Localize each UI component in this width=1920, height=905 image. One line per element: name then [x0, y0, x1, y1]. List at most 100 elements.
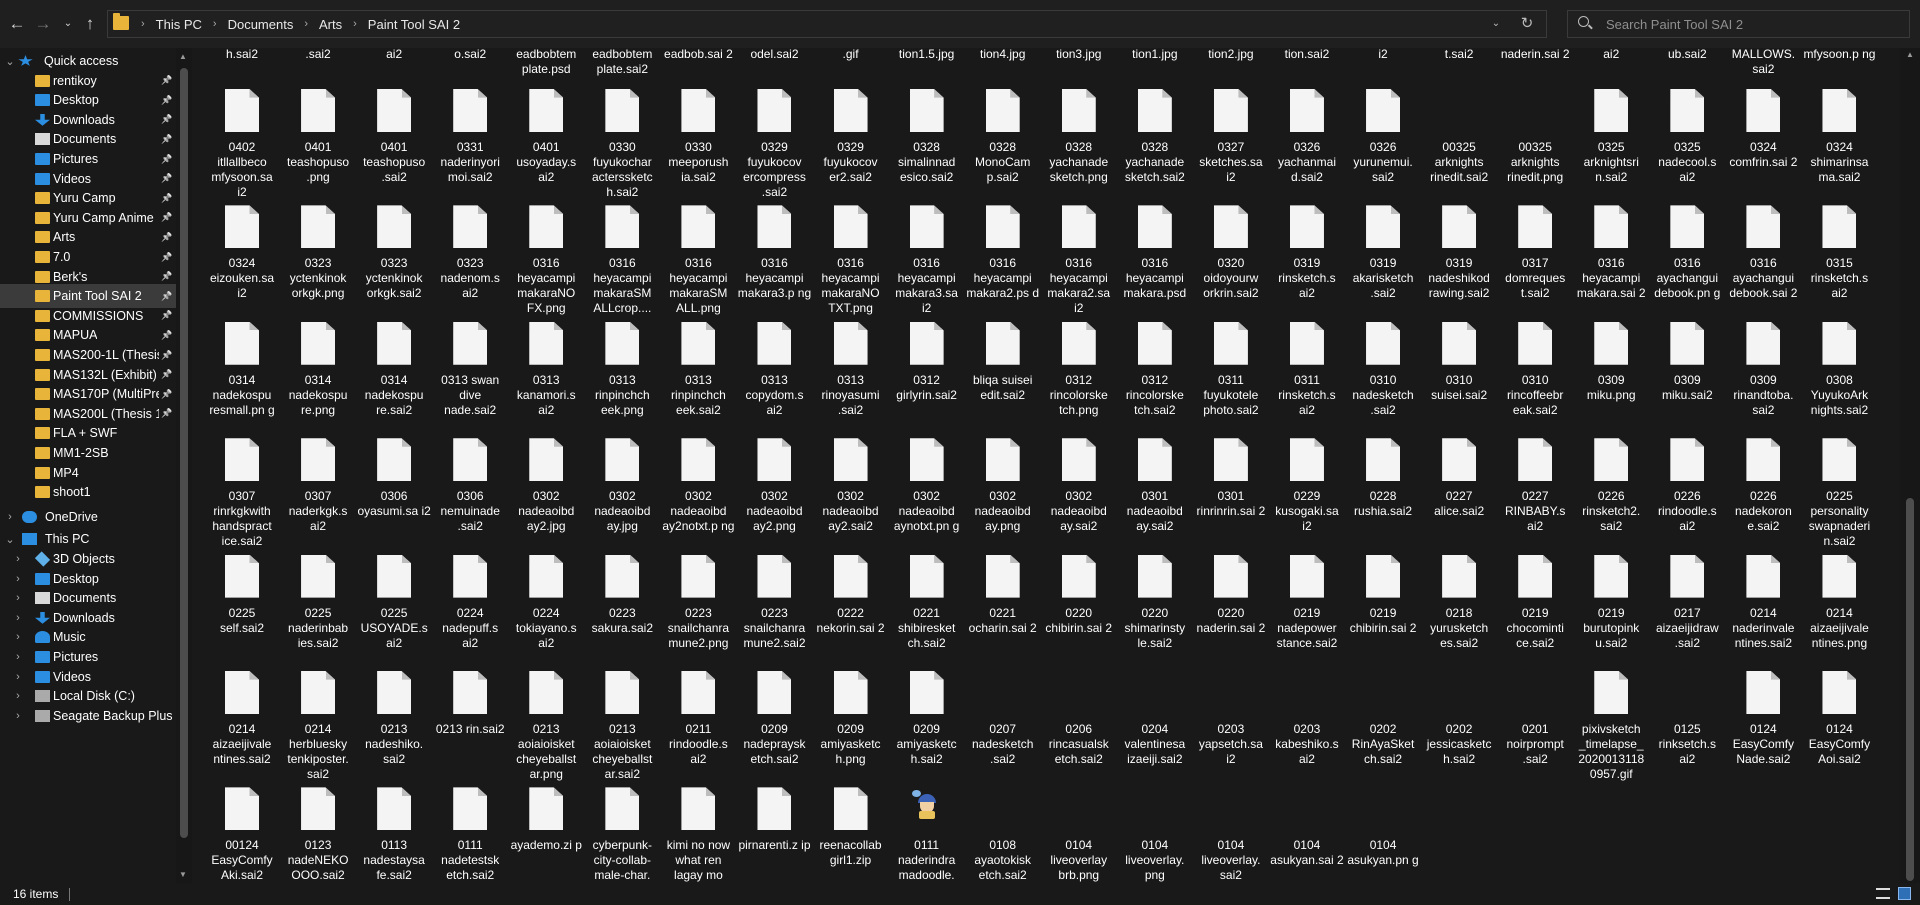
file-item[interactable]: 0302 nadeaoibd ay2.jpg [509, 438, 583, 534]
file-item[interactable]: aizavtubem eadbobtem plate.sai2 [585, 48, 659, 77]
file-item[interactable]: 0225 personality swapnaderi n.sai2 [1802, 438, 1876, 549]
file-item[interactable]: 0324 shimarinsa ma.sai2 [1802, 89, 1876, 185]
file-item[interactable]: 0301 nadeaoibd ay.sai2 [1118, 438, 1192, 534]
file-item[interactable]: 0211 rindoodle.s ai2 [661, 671, 735, 767]
pin-icon[interactable]: 📌 [161, 369, 172, 380]
file-item[interactable]: ayademo.zi p [509, 787, 583, 853]
file-item[interactable]: 0220 naderin.sai 2 [1194, 554, 1268, 636]
file-item[interactable]: 0111 nadetestsk etch.sai2 [433, 787, 507, 883]
pin-icon[interactable]: 📌 [161, 173, 172, 184]
file-item[interactable]: 0104 liveoverlay. sai2 [1194, 787, 1268, 883]
file-item[interactable]: 0221 shibiresket ch.sai2 [890, 554, 964, 651]
file-item[interactable]: chibinadesi ai2 [1574, 48, 1648, 62]
file-item[interactable]: 0329 fuyukocov ercompress .sai2 [737, 89, 811, 200]
back-arrow-icon[interactable]: ← [6, 12, 28, 36]
chevron-right-icon[interactable]: › [134, 18, 152, 30]
file-item[interactable]: nadenimma tion.sai2 [1270, 48, 1344, 62]
address-dropdown-icon[interactable]: ⌄ [1484, 11, 1508, 37]
file-item[interactable]: 0226 nadekoron e.sai2 [1726, 438, 1800, 534]
navigation-scrollbar[interactable]: ▲ ▼ [176, 48, 192, 883]
breadcrumb-this-pc[interactable]: This PC [152, 17, 206, 32]
file-list-scrollbar-thumb[interactable] [1906, 498, 1914, 881]
file-item[interactable]: rusniaskerc h.sai2 [205, 48, 279, 62]
file-item[interactable]: 0302 nadeaoibd aynotxt.pn g [890, 438, 964, 534]
file-item[interactable]: 0104 asukyan.sai 2 [1270, 787, 1344, 868]
file-item[interactable]: 0227 RINBABY.s ai2 [1498, 438, 1572, 534]
file-item[interactable]: cyberpunk- city-collab- male-char. zip [585, 787, 659, 883]
chevron-right-icon[interactable]: › [4, 511, 16, 523]
file-item[interactable]: nadenimma tion3.jpg [1042, 48, 1116, 62]
file-item[interactable]: 0302 nadeaoibd ay.sai2 [1042, 438, 1116, 534]
file-item[interactable]: 0325 nadecool.s ai2 [1650, 89, 1724, 185]
file-item[interactable]: 0203 yapsetch.sa i2 [1194, 671, 1268, 767]
file-item[interactable]: sketches.sa i2 [1346, 48, 1420, 62]
pin-icon[interactable]: 📌 [161, 114, 172, 125]
file-item[interactable]: 0313 kanamori.s ai2 [509, 321, 583, 418]
scroll-down-icon[interactable]: ▼ [179, 870, 187, 879]
file-item[interactable]: 0209 amiyasketc h.sai2 [890, 671, 964, 767]
file-item[interactable]: 0314 nadekospu resmall.pn g [205, 321, 279, 418]
large-icons-view-icon[interactable] [1898, 887, 1911, 900]
pin-icon[interactable]: 📌 [161, 252, 172, 263]
recent-locations-chevron-icon[interactable]: ⌄ [57, 12, 79, 36]
file-item[interactable]: 0316 ayachangui debook.sai 2 [1726, 205, 1800, 301]
file-item[interactable]: 0306 nemuinade .sai2 [433, 438, 507, 534]
breadcrumb-paint-tool-sai-2[interactable]: Paint Tool SAI 2 [364, 17, 464, 32]
file-item[interactable]: 0201 noirprompt .sai2 [1498, 671, 1572, 767]
file-item[interactable]: nadenimma tion4.jpg [966, 48, 1040, 62]
file-item[interactable]: 0328 simalinnad esico.sai2 [890, 89, 964, 185]
file-item[interactable]: 0402 itllallbeco mfysoon.sa i2 [205, 89, 279, 200]
file-item[interactable]: 0313 copydom.s ai2 [737, 321, 811, 418]
file-item[interactable]: reenacollab girl1.zip [814, 787, 888, 868]
file-item[interactable]: 0223 sakura.sai2 [585, 554, 659, 636]
file-item[interactable]: nadenimma tion2.jpg [1194, 48, 1268, 62]
file-item[interactable]: 0316 heyacampi makaraNO FX.png [509, 205, 583, 316]
file-item[interactable]: 0124 EasyComfy Aoi.sai2 [1802, 671, 1876, 767]
file-item[interactable]: 0314 nadekospu re.png [281, 321, 355, 418]
pin-icon[interactable]: 📌 [161, 154, 172, 165]
file-item[interactable]: 0316 heyacampi makara2.sa i2 [1042, 205, 1116, 316]
file-item[interactable]: 0320 oidoyourw orkrin.sai2 [1194, 205, 1268, 301]
pin-icon[interactable]: 📌 [161, 232, 172, 243]
file-item[interactable]: 0213 aoiaioisket cheyeballst ar.png [509, 671, 583, 782]
pin-icon[interactable]: 📌 [161, 330, 172, 341]
file-item[interactable]: 0306 oyasumi.sa i2 [357, 438, 431, 519]
file-item[interactable]: 0113 nadestaysa fe.sai2 [357, 787, 431, 883]
file-item[interactable]: 0316 ayachangui debook.pn g [1650, 205, 1724, 301]
file-item[interactable]: 0108 ayaotokisk etch.sai2 [966, 787, 1040, 883]
file-item[interactable]: 0223 snailchanra mune2.png [661, 554, 735, 651]
file-item[interactable]: 0313 rinpinchch eek.sai2 [661, 321, 735, 418]
file-item[interactable]: 0328 yachanade sketch.sai2 [1118, 89, 1192, 185]
file-item[interactable]: 0309 miku.sai2 [1650, 321, 1724, 403]
file-item[interactable]: 0316 heyacampi makara3.sa i2 [890, 205, 964, 316]
file-item[interactable]: 0206 rincasualsk etch.sai2 [1042, 671, 1116, 767]
file-item[interactable]: 0228 rushia.sai2 [1346, 438, 1420, 519]
file-item[interactable]: 0316 heyacampi makara3.p ng [737, 205, 811, 301]
file-item[interactable]: 0307 naderkgk.s ai2 [281, 438, 355, 534]
file-item[interactable]: 0111 naderindra madoodle. sai2 [890, 787, 964, 883]
file-item[interactable]: 0124 EasyComfy Nade.sai2 [1726, 671, 1800, 767]
file-item[interactable]: 0316 heyacampi makara.sai 2 [1574, 205, 1648, 301]
file-item[interactable]: 0221 ocharin.sai 2 [966, 554, 1040, 636]
file-item[interactable]: 0313 rinpinchch eek.png [585, 321, 659, 418]
chevron-right-icon[interactable]: › [12, 671, 24, 683]
file-item[interactable]: 0323 yctenkinok orkgk.sai2 [357, 205, 431, 301]
file-item[interactable]: 0319 akarisketch .sai2 [1346, 205, 1420, 301]
pin-icon[interactable]: 📌 [161, 271, 172, 282]
file-item[interactable]: 0323 yctenkinok orkgk.png [281, 205, 355, 301]
file-item[interactable]: 0319 nadeshikod rawing.sai2 [1422, 205, 1496, 301]
file-item[interactable]: 0316 heyacampi makaraNO TXT.png [814, 205, 888, 316]
file-item[interactable]: 0125 rinksetch.s ai2 [1650, 671, 1724, 767]
file-item[interactable]: 0219 chocominti ce.sai2 [1498, 554, 1572, 651]
file-item[interactable]: 0307 rinrkgkwith handspract ice.sai2 [205, 438, 279, 549]
file-item[interactable]: 0225 USOYADE.s ai2 [357, 554, 431, 651]
search-box[interactable]: Search Paint Tool SAI 2 [1567, 10, 1910, 38]
file-item[interactable]: 0213 rin.sai2 [433, 671, 507, 737]
chevron-right-icon[interactable]: › [12, 710, 24, 722]
file-item[interactable]: 0204 valentinesa izaeiji.sai2 [1118, 671, 1192, 767]
file-item[interactable]: 0219 burutopink u.sai2 [1574, 554, 1648, 651]
file-item[interactable]: 0328 MonoCam p.sai2 [966, 89, 1040, 185]
file-item[interactable]: aizavtubem odel.sai2 [737, 48, 811, 62]
file-item[interactable]: 0316 heyacampi makara2.ps d [966, 205, 1040, 301]
chevron-right-icon[interactable]: › [12, 553, 24, 565]
